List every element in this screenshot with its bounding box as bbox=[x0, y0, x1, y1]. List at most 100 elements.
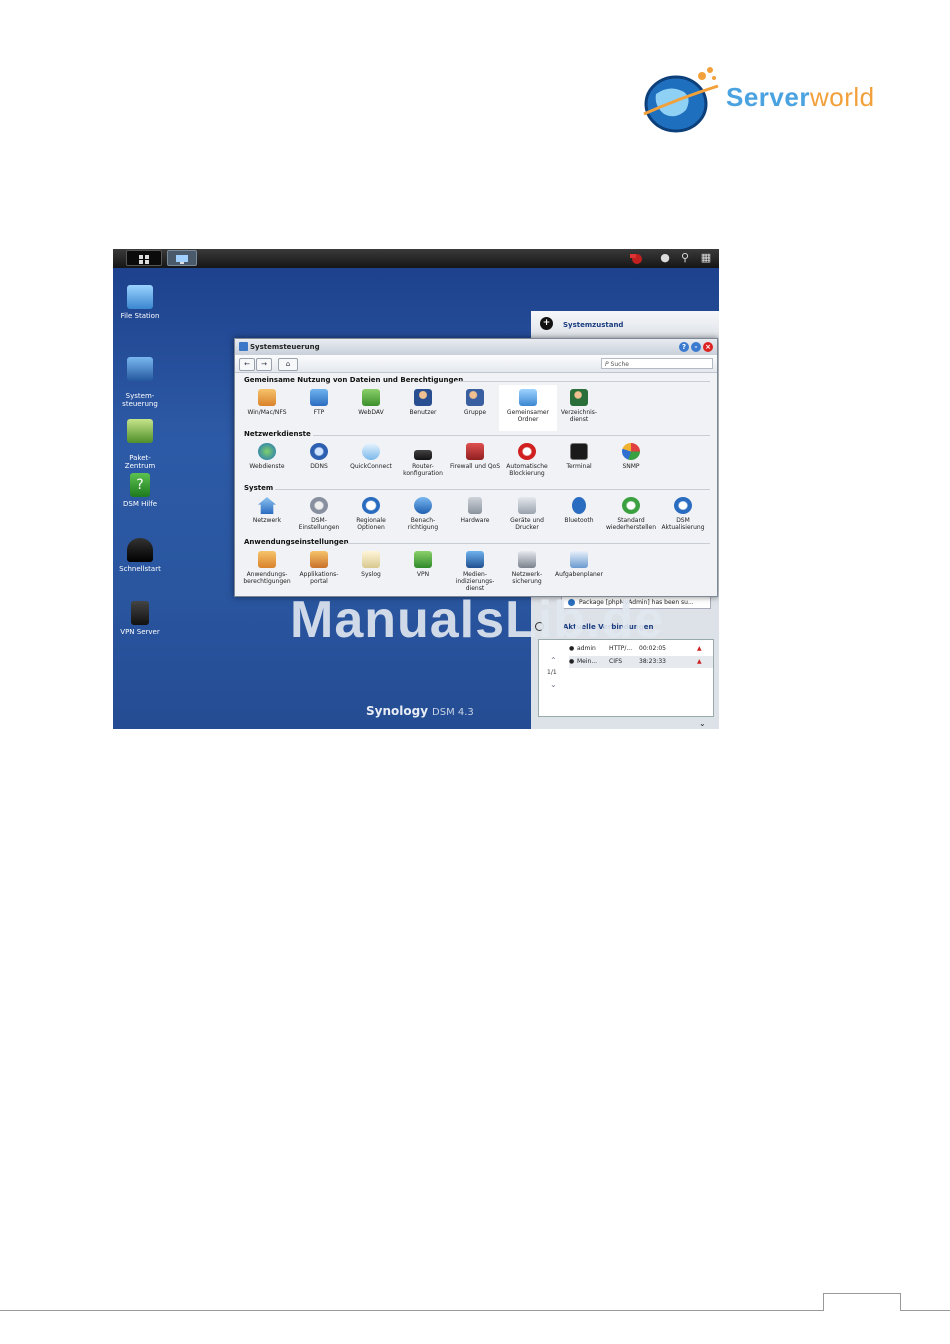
update-icon bbox=[674, 497, 692, 514]
widgets-icon[interactable]: ▦ bbox=[699, 251, 713, 265]
item-hardware[interactable]: Hardware bbox=[449, 497, 501, 524]
item-firewall-qos[interactable]: Firewall und QoS bbox=[449, 443, 501, 470]
brand-version: DSM 4.3 bbox=[432, 707, 474, 718]
item-webdienste[interactable]: Webdienste bbox=[241, 443, 293, 470]
minimize-button[interactable]: - bbox=[691, 342, 701, 352]
item-label: Gemeinsamer Ordner bbox=[506, 409, 550, 423]
item-dsm-einstellungen[interactable]: DSM-Einstellungen bbox=[293, 497, 345, 531]
divider bbox=[275, 489, 710, 490]
divider bbox=[455, 381, 710, 382]
item-gruppe[interactable]: Gruppe bbox=[449, 389, 501, 416]
search-placeholder: Suche bbox=[610, 361, 629, 368]
item-label: Netzwerk-sicherung bbox=[511, 571, 543, 585]
connection-protocol: CIFS bbox=[609, 658, 623, 665]
item-ftp[interactable]: FTP bbox=[293, 389, 345, 416]
item-win-mac-nfs[interactable]: Win/Mac/NFS bbox=[241, 389, 293, 416]
item-snmp[interactable]: SNMP bbox=[605, 443, 657, 470]
item-automatische-blockierung[interactable]: Automatische Blockierung bbox=[501, 443, 553, 477]
syslog-icon bbox=[362, 551, 380, 568]
item-ddns[interactable]: DDNS bbox=[293, 443, 345, 470]
app-privileges-icon bbox=[258, 551, 276, 568]
forward-button[interactable]: → bbox=[256, 358, 272, 371]
search-icon[interactable]: ⚲ bbox=[678, 251, 692, 265]
kick-icon[interactable]: ▲ bbox=[697, 643, 702, 655]
desktop-icon-file-station[interactable]: File Station bbox=[113, 285, 170, 320]
item-aufgabenplaner[interactable]: Aufgabenplaner bbox=[553, 551, 605, 578]
watermark: ManualsLib.de bbox=[290, 591, 665, 649]
restore-icon bbox=[622, 497, 640, 514]
back-button[interactable]: ← bbox=[239, 358, 255, 371]
synology-brand: Synology DSM 4.3 bbox=[366, 704, 474, 718]
item-anwendungsberechtigungen[interactable]: Anwendungs-berechtigungen bbox=[241, 551, 293, 585]
item-label: VPN bbox=[416, 571, 430, 578]
item-benutzer[interactable]: Benutzer bbox=[397, 389, 449, 416]
desktop-icon-quickstart[interactable]: Schnellstart bbox=[113, 538, 170, 573]
item-standard-wiederherstellen[interactable]: Standard wiederherstellen bbox=[605, 497, 657, 531]
collapse-chevron-icon[interactable]: ⌄ bbox=[699, 719, 706, 728]
monitor-icon bbox=[176, 255, 188, 264]
scroll-up-icon[interactable]: ⌃ bbox=[550, 656, 557, 665]
desktop-icon-package-center[interactable]: Paket- Zentrum bbox=[113, 411, 170, 470]
home-button[interactable]: ⌂ bbox=[278, 358, 298, 371]
item-regionale-optionen[interactable]: Regionale Optionen bbox=[345, 497, 397, 531]
section-title-system: System bbox=[244, 484, 274, 492]
close-button[interactable]: × bbox=[703, 342, 713, 352]
item-netzwerk[interactable]: Netzwerk bbox=[241, 497, 293, 524]
item-medienindizierungsdienst[interactable]: Medien-indizierungs-dienst bbox=[449, 551, 501, 592]
widget-header: + Systemzustand bbox=[531, 311, 719, 337]
item-bluetooth[interactable]: Bluetooth bbox=[553, 497, 605, 524]
item-netzwerksicherung[interactable]: Netzwerk-sicherung bbox=[501, 551, 553, 585]
dsm-desktop-screenshot: ● ⚲ ▦ File Station System- steuerung Pak… bbox=[113, 249, 719, 729]
item-benachrichtigung[interactable]: Benach-richtigung bbox=[397, 497, 449, 531]
kick-icon[interactable]: ▲ bbox=[697, 656, 702, 668]
help-icon: ? bbox=[130, 473, 150, 497]
item-gemeinsamer-ordner[interactable]: Gemeinsamer Ordner bbox=[499, 385, 557, 431]
item-geraete-drucker[interactable]: Geräte und Drucker bbox=[501, 497, 553, 531]
help-button[interactable]: ? bbox=[679, 342, 689, 352]
desktop-icon-dsm-help[interactable]: ? DSM Hilfe bbox=[113, 473, 170, 508]
search-input[interactable]: P Suche bbox=[601, 358, 713, 369]
notification-bubble-icon bbox=[414, 497, 432, 514]
item-quickconnect[interactable]: QuickConnect bbox=[345, 443, 397, 470]
grid-icon bbox=[139, 255, 149, 264]
window-titlebar[interactable]: Systemsteuerung ? - × bbox=[235, 339, 717, 355]
item-webdav[interactable]: WebDAV bbox=[345, 389, 397, 416]
pie-chart-icon bbox=[622, 443, 640, 460]
user-icon[interactable]: ● bbox=[658, 251, 672, 265]
desktop-icon-vpn-server[interactable]: VPN Server bbox=[113, 601, 170, 636]
win-mac-nfs-icon bbox=[258, 389, 276, 406]
taskbar-control-panel-button[interactable] bbox=[167, 250, 197, 266]
control-panel-icon bbox=[239, 342, 248, 351]
item-label: Verzeichnis-dienst bbox=[560, 409, 598, 423]
page-number-box bbox=[823, 1293, 901, 1311]
desktop-icon-label: File Station bbox=[120, 312, 160, 320]
notification-icon[interactable] bbox=[629, 251, 643, 265]
scroll-down-icon[interactable]: ⌄ bbox=[550, 680, 557, 689]
brand-name: Synology bbox=[366, 704, 429, 718]
item-label: Webdienste bbox=[249, 463, 285, 470]
serverworld-logo: Serverworld bbox=[638, 54, 933, 138]
item-dsm-aktualisierung[interactable]: DSM Aktualisierung bbox=[657, 497, 709, 531]
item-syslog[interactable]: Syslog bbox=[345, 551, 397, 578]
usb-device-icon bbox=[518, 497, 536, 514]
vpn-icon bbox=[414, 551, 432, 568]
item-verzeichnisdienst[interactable]: Verzeichnis-dienst bbox=[553, 389, 605, 423]
item-label: Benutzer bbox=[409, 409, 437, 416]
desktop-icon-control-panel[interactable]: System- steuerung bbox=[113, 349, 170, 408]
item-applikationsportal[interactable]: Applikations-portal bbox=[293, 551, 345, 585]
item-label: Win/Mac/NFS bbox=[247, 409, 287, 416]
item-label: SNMP bbox=[622, 463, 640, 470]
item-label: Aufgabenplaner bbox=[555, 571, 603, 578]
item-vpn[interactable]: VPN bbox=[397, 551, 449, 578]
connection-row[interactable]: ● Mein... CIFS 38:23:33 ▲ bbox=[569, 656, 713, 668]
item-label: Anwendungs-berechtigungen bbox=[243, 571, 291, 585]
item-label: Syslog bbox=[361, 571, 381, 578]
block-icon bbox=[518, 443, 536, 460]
item-terminal[interactable]: Terminal bbox=[553, 443, 605, 470]
section-title-application-settings: Anwendungseinstellungen bbox=[244, 538, 349, 546]
main-menu-button[interactable] bbox=[126, 250, 162, 266]
bluetooth-icon bbox=[572, 497, 586, 514]
item-router-konfiguration[interactable]: Router-konfiguration bbox=[397, 443, 449, 477]
logo-wordmark: Serverworld bbox=[726, 82, 875, 113]
desktop-icon-label: DSM Hilfe bbox=[122, 500, 158, 508]
